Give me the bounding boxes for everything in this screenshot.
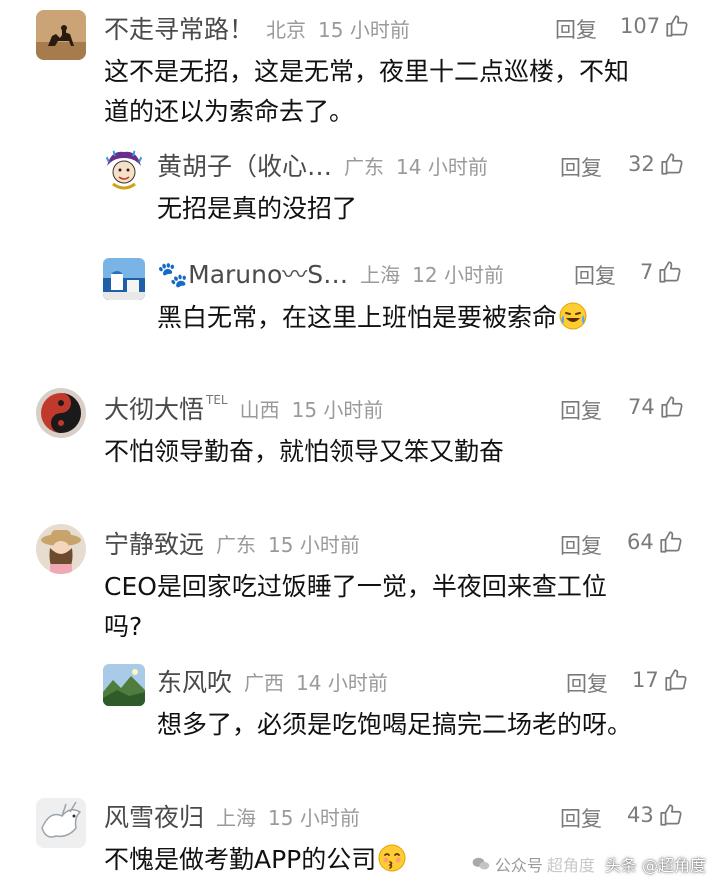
username[interactable]: 宁静致远 [104, 525, 204, 561]
comment-text: 黑白无常，在这里上班怕是要被索命 [157, 298, 587, 338]
like-count: 74 [628, 395, 655, 419]
watermark: 公众号 超角度 头条 @超角度 [471, 852, 706, 876]
watermark-text: 头条 @超角度 [604, 856, 706, 875]
avatar[interactable] [103, 664, 145, 706]
reply-button[interactable]: 回复 [566, 668, 608, 698]
location: 上海 [360, 262, 401, 287]
avatar[interactable] [103, 258, 145, 300]
comment-text: 不愧是做考勤APP的公司 [104, 840, 406, 880]
reply-button[interactable]: 回复 [560, 530, 602, 560]
thumbs-up-icon [659, 261, 681, 283]
avatar[interactable] [36, 10, 86, 60]
avatar[interactable] [36, 798, 86, 848]
camel-avatar-image [36, 10, 86, 60]
thumbs-up-icon [660, 804, 682, 826]
like-count: 32 [628, 152, 655, 176]
location: 广西 [244, 670, 285, 695]
like-button[interactable]: 7 [640, 259, 683, 285]
landscape-avatar-image [103, 664, 145, 706]
like-button[interactable]: 74 [628, 394, 685, 420]
avatar[interactable] [36, 388, 86, 438]
avatar[interactable] [36, 524, 86, 574]
like-count: 43 [627, 803, 654, 827]
comment-text: 不怕领导勤奋，就怕领导又笨又勤奋 [104, 437, 505, 466]
comment-text: 无招是真的没招了 [157, 194, 358, 223]
location: 上海 [216, 805, 257, 830]
like-button[interactable]: 32 [628, 151, 685, 177]
character-avatar-image [103, 148, 145, 190]
timestamp: 14 小时前 [396, 154, 488, 179]
like-count: 64 [627, 530, 654, 554]
timestamp: 12 小时前 [412, 262, 504, 287]
location: 北京 [266, 17, 307, 42]
watermark-prefix: 公众号 [494, 856, 543, 875]
thumbs-up-icon [661, 396, 683, 418]
timestamp: 15 小时前 [268, 805, 360, 830]
wechat-icon [472, 857, 490, 870]
username[interactable]: 黄胡子（收心… [157, 147, 332, 183]
laughing-crying-emoji-icon [559, 302, 587, 330]
timestamp: 14 小时前 [296, 670, 388, 695]
avatar[interactable] [103, 148, 145, 190]
thumbs-up-icon [661, 153, 683, 175]
kissing-emoji-icon [378, 844, 406, 872]
username[interactable]: 风雪夜归 [104, 798, 204, 834]
like-button[interactable]: 64 [627, 529, 684, 555]
taiji-avatar-image [36, 388, 86, 438]
comment-text: CEO是回家吃过饭睡了一觉，半夜回来查工位 吗? [104, 572, 607, 641]
comment-text: 这不是无招，这是无常，夜里十二点巡楼，不知 道的还以为索命去了。 [104, 57, 630, 126]
watermark-faded: 超角度 [546, 856, 595, 875]
location: 广东 [216, 532, 257, 557]
timestamp: 15 小时前 [268, 532, 360, 557]
thumbs-up-icon [665, 669, 687, 691]
reply-button[interactable]: 回复 [555, 14, 597, 44]
seaside-avatar-image [103, 258, 145, 300]
timestamp: 15 小时前 [291, 397, 384, 422]
reply-button[interactable]: 回复 [560, 152, 602, 182]
timestamp: 15 小时前 [318, 17, 410, 42]
like-button[interactable]: 17 [632, 667, 689, 693]
like-count: 17 [632, 668, 659, 692]
reply-button[interactable]: 回复 [574, 260, 616, 290]
username[interactable]: 🐾Maruno〰S… [157, 255, 348, 291]
thumbs-up-icon [660, 531, 682, 553]
reply-button[interactable]: 回复 [560, 803, 602, 833]
username[interactable]: 大彻大悟 [104, 390, 204, 426]
girl-avatar-image [36, 524, 86, 574]
username[interactable]: 不走寻常路！ [104, 10, 254, 46]
username[interactable]: 东风吹 [157, 663, 232, 699]
like-button[interactable]: 107 [620, 13, 690, 39]
like-button[interactable]: 43 [627, 802, 684, 828]
dragon-avatar-image [36, 798, 86, 848]
thumbs-up-icon [666, 15, 688, 37]
like-count: 107 [620, 14, 661, 38]
comment-text: 想多了，必须是吃饱喝足搞完二场老的呀。 [157, 710, 633, 739]
name-tag: TEL [206, 393, 228, 407]
like-count: 7 [640, 260, 654, 284]
reply-button[interactable]: 回复 [560, 395, 602, 425]
location: 山西 [239, 397, 280, 422]
location: 广东 [344, 154, 385, 179]
